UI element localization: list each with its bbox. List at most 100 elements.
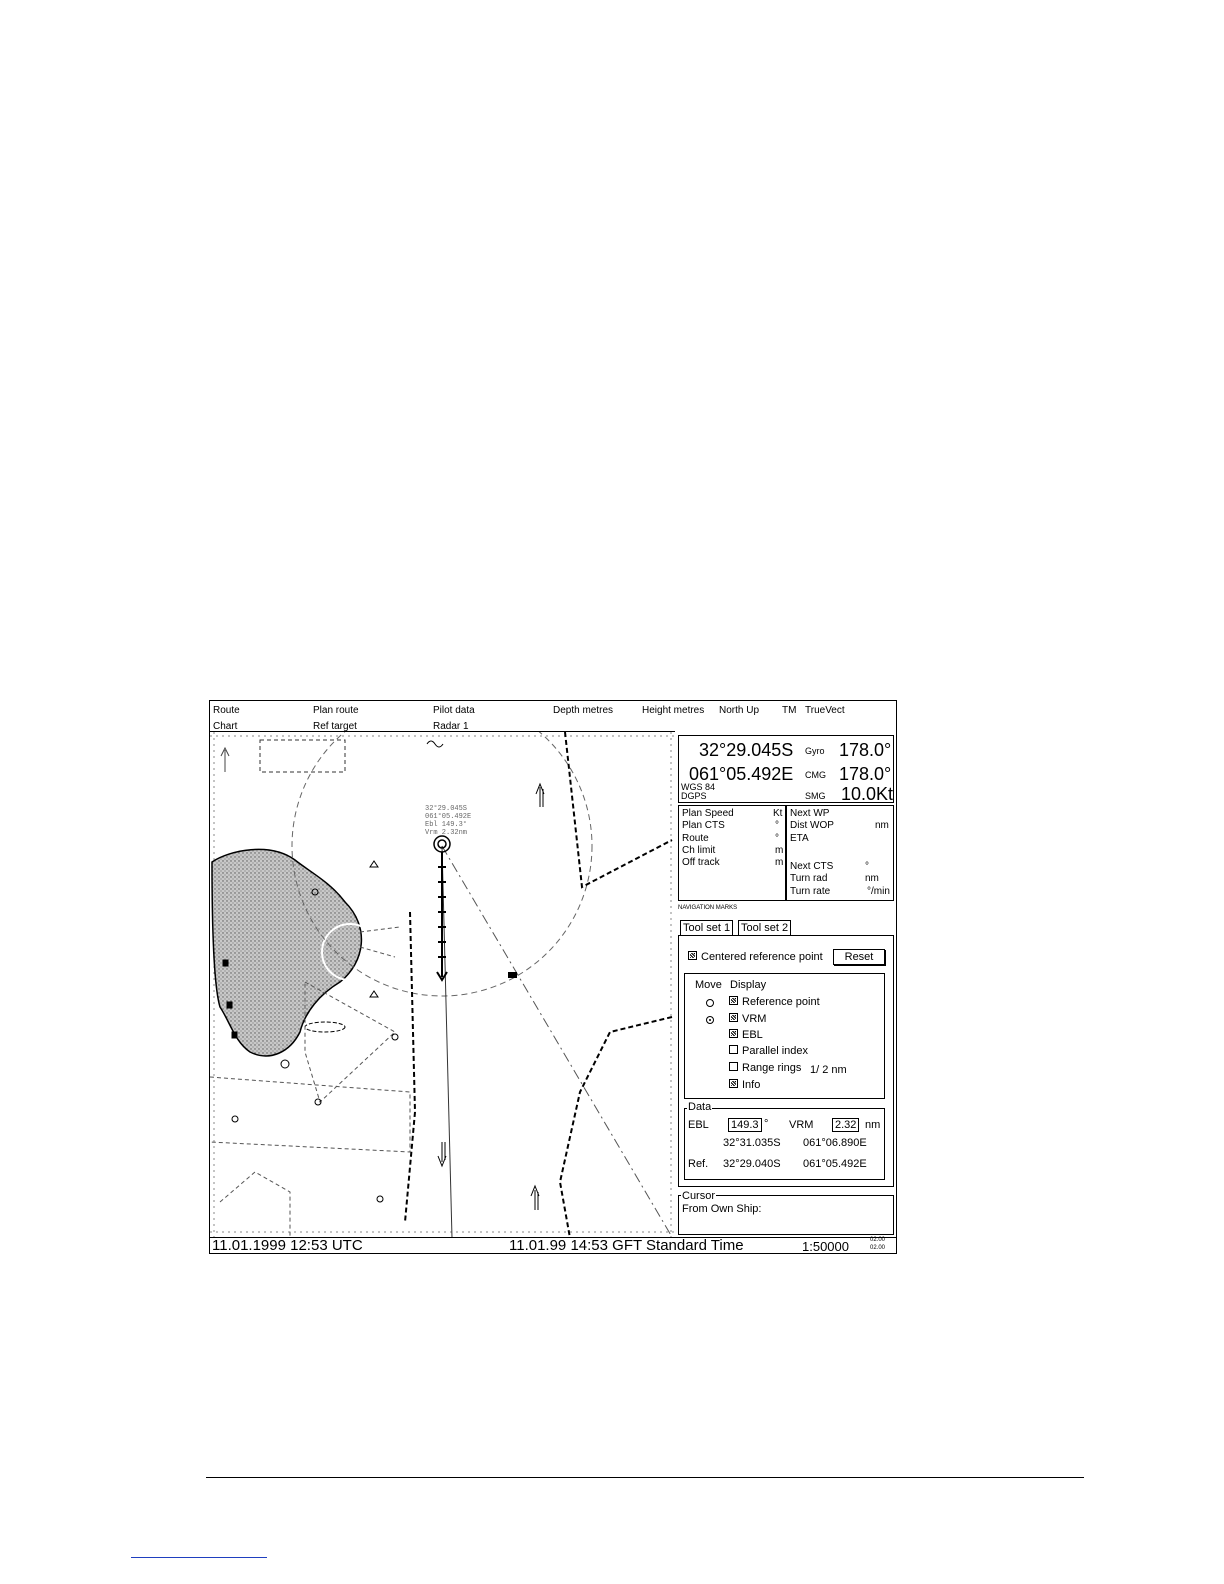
move-display-group: Move Display Reference point VRM EBL Par… (684, 973, 885, 1099)
turn-rad-label: Turn rad (790, 873, 828, 884)
smg-label: SMG (805, 791, 826, 801)
centered-ref-checkbox[interactable]: Centered reference point (688, 951, 823, 964)
display-header: Display (730, 979, 767, 991)
route-info-right: Next WP Dist WOP nm ETA Next CTS ° Turn … (786, 805, 894, 901)
cmg-value: 178.0° (839, 764, 892, 784)
local-time: 11.01.99 14:53 GFT Standard Time (509, 1237, 744, 1254)
info-label: Info (742, 1079, 761, 1091)
smg-value: 10.0Kt (841, 784, 894, 804)
chart-info-line-4: Vrm 2.32nm (425, 829, 467, 837)
heading-line (441, 845, 453, 1239)
range-rings-check-icon[interactable] (729, 1062, 738, 1071)
gyro-value: 178.0° (839, 740, 892, 760)
ref-lat: 32°29.040S (723, 1158, 781, 1170)
dist-wop-unit: nm (875, 820, 889, 831)
gyro-label: Gyro (805, 746, 825, 756)
turn-rate-unit: °/min (867, 886, 890, 897)
route-unit: ° (775, 833, 779, 844)
ebl-label: EBL (742, 1029, 763, 1041)
display-vrm[interactable]: VRM (729, 1013, 766, 1026)
chart-scale[interactable]: 1:50000 (802, 1239, 849, 1254)
chart-svg: 32°29.045S 061°05.492E Ebl 149.3° Vrm 2.… (209, 695, 675, 1239)
status-small-2: 02.00 (870, 1245, 886, 1251)
tab-tool-set-1[interactable]: Tool set 1 (680, 920, 734, 935)
off-track-unit: m (775, 857, 784, 868)
menu-north-up[interactable]: North Up (719, 705, 759, 717)
chart-zone-rect (259, 739, 346, 773)
ebl-end-lat: 32°31.035S (723, 1137, 781, 1149)
ref-label: Ref. (688, 1158, 709, 1170)
ecdis-window: Route Plan route Pilot data Depth metres… (209, 695, 897, 1255)
current-arrows (437, 782, 545, 1210)
move-vrm-radio[interactable] (706, 1016, 714, 1024)
next-cts-unit: ° (865, 861, 869, 872)
display-ebl[interactable]: EBL (729, 1029, 763, 1042)
chart-info-line-1: 32°29.045S (425, 804, 467, 813)
data-group: Data EBL 149.3 ° VRM 2.32 nm 32°31.035S … (684, 1101, 885, 1180)
ch-limit-label: Ch limit (682, 845, 716, 856)
menu-plan-route[interactable]: Plan route (313, 705, 359, 717)
range-rings-value[interactable]: 1/ 2 nm (810, 1064, 847, 1077)
latitude: 32°29.045S (699, 740, 794, 760)
next-wp-label: Next WP (790, 808, 830, 819)
position-source: DGPS (681, 791, 707, 801)
target-icon (508, 972, 517, 978)
menu-true-vect[interactable]: TrueVect (805, 705, 845, 717)
menu-pilot-data[interactable]: Pilot data (433, 705, 475, 717)
plan-speed-unit: Kt (773, 808, 783, 819)
ref-lon: 061°05.492E (803, 1158, 867, 1170)
utc-time: 11.01.1999 12:53 UTC (212, 1237, 363, 1254)
chart-area[interactable]: 32°29.045S 061°05.492E Ebl 149.3° Vrm 2.… (209, 695, 675, 1239)
north-arrow-icon (220, 746, 230, 772)
ebl-check-icon[interactable] (729, 1029, 738, 1038)
chart-info-line-2: 061°05.492E (425, 812, 471, 821)
ebl-end-lon: 061°06.890E (803, 1137, 867, 1149)
plan-cts-unit: ° (775, 820, 779, 831)
tab-tool-set-2[interactable]: Tool set 2 (738, 920, 792, 935)
reference-point-check-icon[interactable] (729, 996, 738, 1005)
ebl-data-label: EBL (688, 1119, 709, 1131)
track-ticks (436, 852, 448, 982)
display-info[interactable]: Info (729, 1079, 760, 1092)
display-parallel-index[interactable]: Parallel index (729, 1045, 808, 1058)
vrm-unit: nm (865, 1119, 881, 1131)
data-title: Data (687, 1101, 713, 1114)
island-shape (211, 848, 363, 1057)
move-reference-radio[interactable] (706, 999, 714, 1007)
cursor-from-own-ship: From Own Ship: (682, 1203, 762, 1215)
vrm-check-icon[interactable] (729, 1013, 738, 1022)
position-box: 32°29.045S 061°05.492E WGS 84 DGPS Gyro … (678, 735, 894, 804)
parallel-index-check-icon[interactable] (729, 1045, 738, 1054)
longitude: 061°05.492E (689, 764, 794, 784)
cursor-title: Cursor (681, 1190, 717, 1203)
reference-point-label: Reference point (742, 996, 820, 1008)
status-small-1: 02.00 (870, 1237, 886, 1243)
nav-marks-title: NAVIGATION MARKS (678, 905, 738, 911)
plan-cts-label: Plan CTS (682, 820, 725, 831)
parallel-index-label: Parallel index (742, 1045, 809, 1057)
menu-tm[interactable]: TM (782, 705, 796, 717)
menu-depth-metres[interactable]: Depth metres (553, 705, 613, 717)
ebl-value-field[interactable]: 149.3 (728, 1118, 762, 1132)
info-check-icon[interactable] (729, 1079, 738, 1088)
plan-speed-label: Plan Speed (682, 808, 734, 819)
move-header: Move (695, 979, 722, 991)
right-panel: 32°29.045S 061°05.492E WGS 84 DGPS Gyro … (676, 731, 896, 1237)
menu-height-metres[interactable]: Height metres (642, 705, 704, 717)
buoy-marker-icon (426, 740, 444, 748)
reset-button[interactable]: Reset (833, 949, 885, 965)
dist-wop-label: Dist WOP (790, 820, 834, 831)
centered-ref-check-icon[interactable] (688, 951, 697, 960)
cmg-label: CMG (805, 770, 826, 780)
chart-info-line-3: Ebl 149.3° (425, 820, 467, 829)
menu-route[interactable]: Route (213, 705, 240, 717)
ch-limit-unit: m (775, 845, 784, 856)
vrm-value-field[interactable]: 2.32 (832, 1118, 860, 1132)
status-bar: 11.01.1999 12:53 UTC 11.01.99 14:53 GFT … (210, 1237, 896, 1255)
ebl-unit: ° (764, 1118, 769, 1130)
turn-rad-unit: nm (865, 873, 879, 884)
centered-ref-label: Centered reference point (701, 951, 823, 963)
footer-link-underline[interactable] (131, 1557, 267, 1558)
display-reference-point[interactable]: Reference point (729, 996, 820, 1009)
display-range-rings[interactable]: Range rings (729, 1062, 801, 1075)
